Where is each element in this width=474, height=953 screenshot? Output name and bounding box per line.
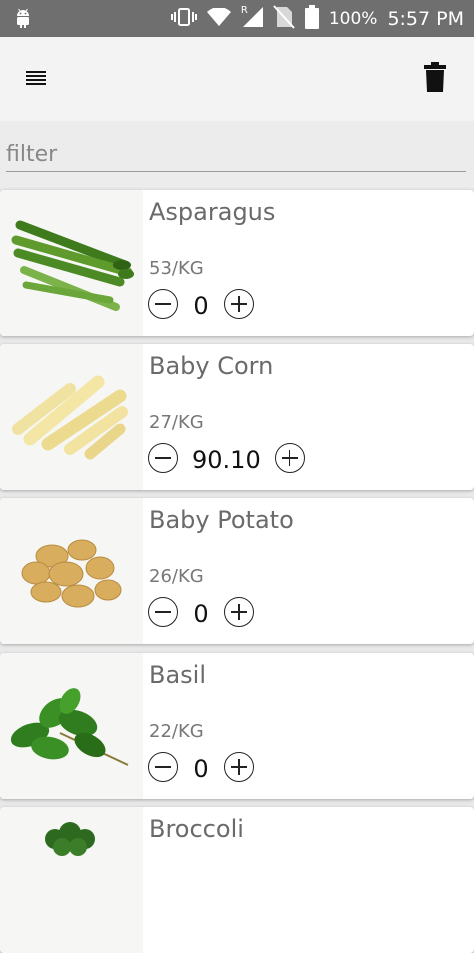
menu-icon[interactable] [24, 67, 52, 91]
basil-image [0, 653, 143, 799]
android-icon [14, 8, 32, 32]
filter-input[interactable] [6, 137, 466, 172]
product-price: 27/KG [149, 412, 204, 433]
product-card[interactable]: Baby Corn 27/KG 90.10 [0, 344, 474, 490]
quantity-stepper: 0 [148, 751, 254, 783]
product-name: Asparagus [149, 198, 276, 226]
quantity-value: 0 [193, 755, 209, 783]
increment-button[interactable] [224, 597, 254, 627]
signal-icon: R [240, 4, 263, 31]
product-name: Baby Potato [149, 506, 294, 534]
trash-icon[interactable] [422, 62, 452, 94]
quantity-value: 0 [193, 600, 209, 628]
quantity-value: 90.10 [192, 446, 261, 474]
decrement-button[interactable] [148, 289, 178, 319]
product-name: Broccoli [149, 815, 244, 843]
quantity-stepper: 90.10 [148, 442, 305, 474]
product-price: 26/KG [149, 566, 204, 587]
product-card[interactable]: Basil 22/KG 0 [0, 653, 474, 799]
minus-icon [155, 766, 171, 768]
asparagus-image [0, 190, 143, 336]
product-card[interactable]: Asparagus 53/KG 0 [0, 190, 474, 336]
quantity-stepper: 0 [148, 596, 254, 628]
vibrate-icon [170, 7, 197, 31]
increment-button[interactable] [224, 752, 254, 782]
app-toolbar [0, 37, 474, 121]
quantity-stepper: 0 [148, 288, 254, 320]
battery-icon [304, 4, 319, 33]
no-sim-icon [273, 4, 295, 33]
decrement-button[interactable] [148, 443, 178, 473]
minus-icon [155, 611, 171, 613]
minus-icon [155, 457, 171, 459]
product-card[interactable]: Broccoli [0, 807, 474, 953]
decrement-button[interactable] [148, 597, 178, 627]
product-price: 53/KG [149, 258, 204, 279]
quantity-value: 0 [193, 292, 209, 320]
decrement-button[interactable] [148, 752, 178, 782]
status-bar: R 100% 5:57 PM [0, 0, 474, 37]
baby-potato-image [0, 498, 143, 644]
baby-corn-image [0, 344, 143, 490]
filter-bar [0, 121, 474, 187]
broccoli-image [0, 807, 143, 953]
network-label: R [240, 4, 248, 16]
product-card[interactable]: Baby Potato 26/KG 0 [0, 498, 474, 644]
product-price: 22/KG [149, 721, 204, 742]
battery-percent: 100% [328, 8, 378, 29]
clock: 5:57 PM [387, 7, 464, 30]
increment-button[interactable] [274, 443, 305, 473]
product-name: Baby Corn [149, 352, 274, 380]
wifi-icon [206, 6, 231, 30]
minus-icon [155, 303, 171, 305]
product-name: Basil [149, 661, 207, 689]
increment-button[interactable] [224, 289, 254, 319]
